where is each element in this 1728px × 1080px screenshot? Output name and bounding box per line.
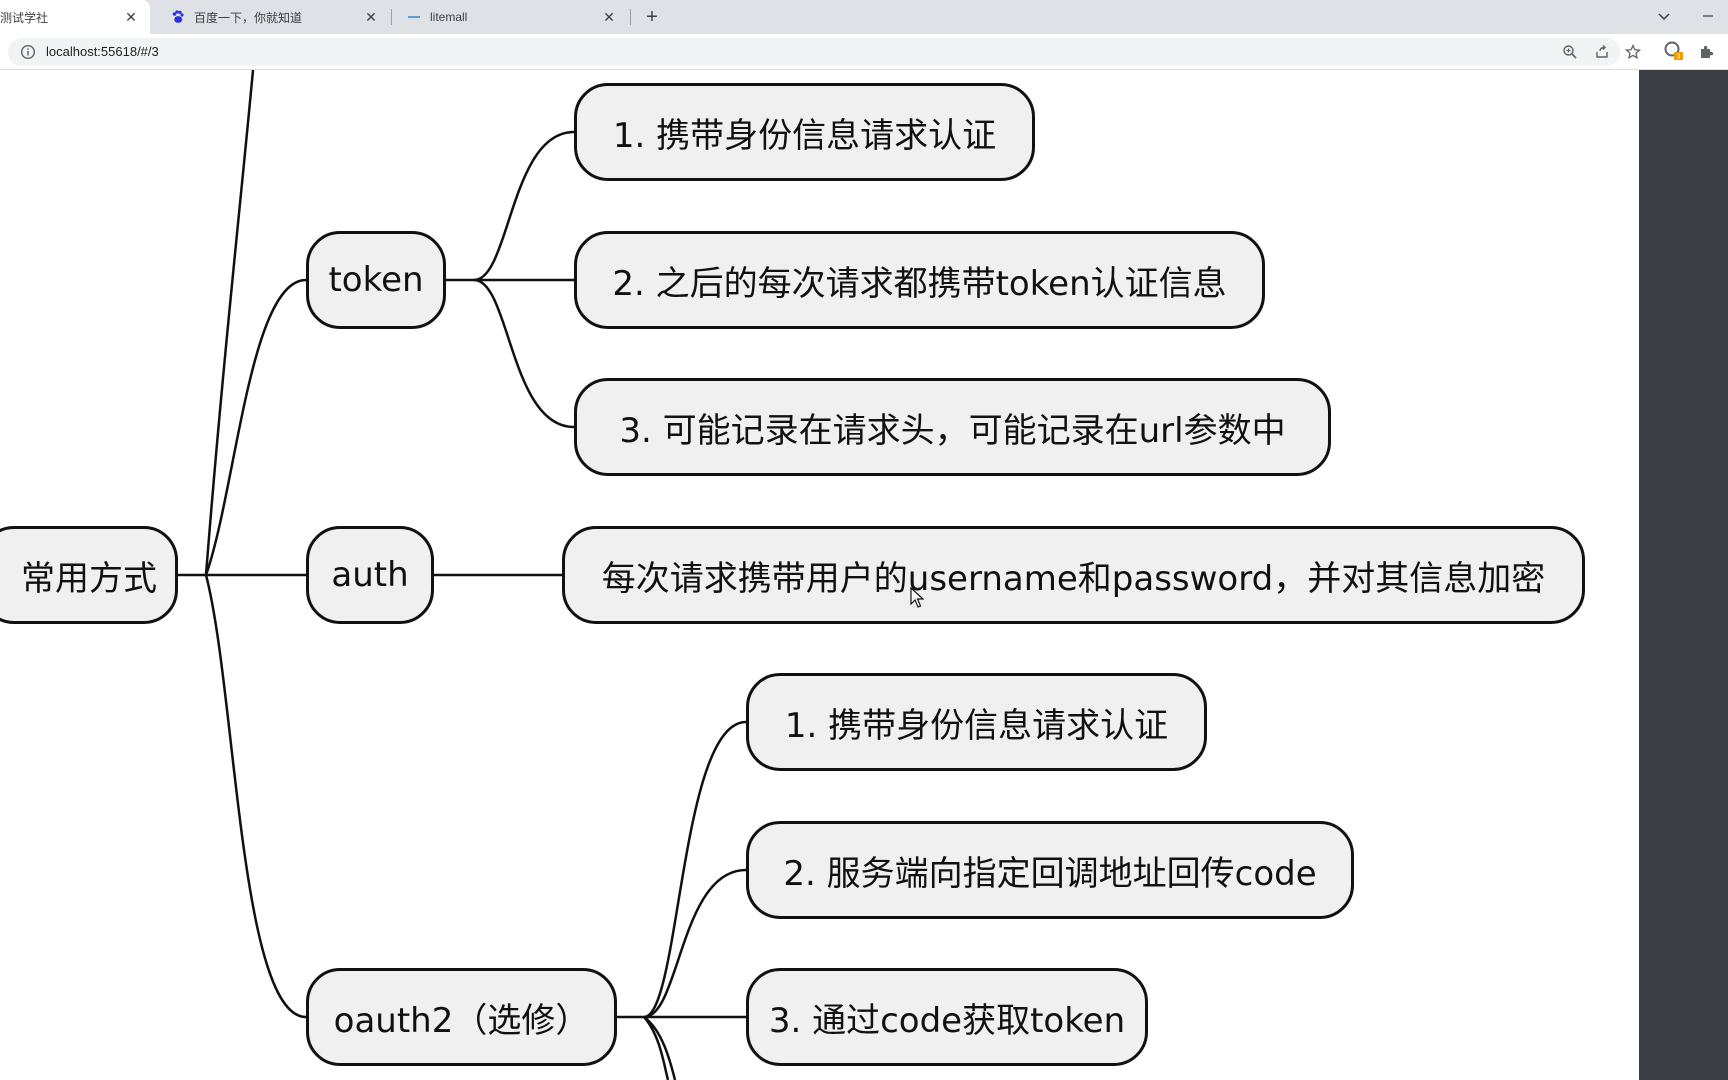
tab-baidu[interactable]: 百度一下，你就知道 ✕	[160, 0, 390, 34]
connector-root-oauth2	[204, 574, 307, 1019]
tab-active[interactable]: 测试学社 ✕	[0, 0, 150, 34]
tab-title: 测试学社	[0, 10, 49, 25]
node-label: 每次请求携带用户的username和password，并对其信息加密	[601, 558, 1546, 599]
new-tab-button[interactable]: +	[640, 6, 664, 28]
site-info-icon[interactable]	[20, 44, 36, 60]
node-label: token	[328, 260, 424, 300]
mindmap-node-auth-child[interactable]: 每次请求携带用户的username和password，并对其信息加密	[562, 526, 1585, 624]
extension-icon[interactable]: 3	[1662, 39, 1684, 61]
mindmap-node-token-child[interactable]: 3. 可能记录在请求头，可能记录在url参数中	[574, 378, 1331, 476]
mindmap-node-oauth2-child[interactable]: 2. 服务端向指定回调地址回传code	[746, 821, 1354, 919]
mindmap-node-token[interactable]: token	[306, 231, 446, 329]
mindmap-root-node[interactable]: 常用方式	[0, 526, 178, 624]
tab-title: litemall	[430, 10, 468, 24]
connector-oauth2-child-1	[643, 720, 747, 1019]
connector-trunk-up	[204, 70, 255, 576]
node-label: 2. 之后的每次请求都携带token认证信息	[612, 263, 1227, 304]
tab-divider	[630, 9, 631, 25]
connector-root-token	[204, 278, 307, 576]
connector-token-child-3	[473, 278, 575, 429]
mindmap-node-oauth2-child[interactable]: 1. 携带身份信息请求认证	[746, 673, 1207, 771]
tab-close-icon[interactable]: ✕	[600, 8, 618, 26]
zoom-icon[interactable]	[1560, 42, 1580, 62]
node-label: 1. 携带身份信息请求认证	[612, 115, 997, 156]
node-label: 3. 通过code获取token	[768, 1000, 1126, 1041]
tab-litemall[interactable]: litemall ✕	[396, 0, 628, 34]
mindmap-node-oauth2[interactable]: oauth2（选修）	[306, 968, 617, 1066]
node-label: auth	[331, 555, 409, 595]
mindmap-node-auth[interactable]: auth	[306, 526, 434, 624]
baidu-paw-icon	[170, 9, 186, 25]
tab-divider	[391, 9, 392, 25]
mindmap-node-token-child[interactable]: 2. 之后的每次请求都携带token认证信息	[574, 231, 1265, 329]
address-bar[interactable]: localhost:55618/#/3	[8, 38, 1620, 66]
bookmark-star-icon[interactable]	[1622, 41, 1644, 63]
browser-toolbar: localhost:55618/#/3 3	[0, 34, 1728, 70]
tab-strip: 测试学社 ✕ 百度一下，你就知道 ✕ litemall ✕ +	[0, 0, 1728, 34]
mindmap-canvas: 常用方式 token 1. 携带身份信息请求认证 2. 之后的每次请求都携带to…	[0, 70, 1639, 1080]
tab-search-chevron-icon[interactable]	[1652, 4, 1676, 28]
tab-title: 百度一下，你就知道	[194, 10, 303, 25]
node-label: 常用方式	[21, 558, 157, 599]
node-label: oauth2（选修）	[333, 1000, 590, 1041]
extension-badge: 3	[1677, 54, 1681, 61]
mindmap-node-oauth2-child[interactable]: 3. 通过code获取token	[746, 968, 1148, 1066]
side-panel	[1639, 70, 1728, 1080]
connector-token-child-1	[473, 130, 575, 282]
share-icon[interactable]	[1592, 42, 1612, 62]
litemall-favicon-icon	[406, 9, 422, 25]
window-minimize-icon[interactable]	[1696, 4, 1720, 28]
tab-close-icon[interactable]: ✕	[362, 8, 380, 26]
url-text[interactable]: localhost:55618/#/3	[46, 44, 159, 60]
node-label: 3. 可能记录在请求头，可能记录在url参数中	[619, 410, 1286, 451]
node-label: 1. 携带身份信息请求认证	[784, 705, 1169, 746]
extensions-puzzle-icon[interactable]	[1696, 41, 1718, 63]
tab-close-icon[interactable]: ✕	[122, 8, 140, 26]
node-label: 2. 服务端向指定回调地址回传code	[783, 853, 1317, 894]
mouse-cursor-icon	[910, 587, 924, 608]
mindmap-node-token-child[interactable]: 1. 携带身份信息请求认证	[574, 83, 1035, 181]
